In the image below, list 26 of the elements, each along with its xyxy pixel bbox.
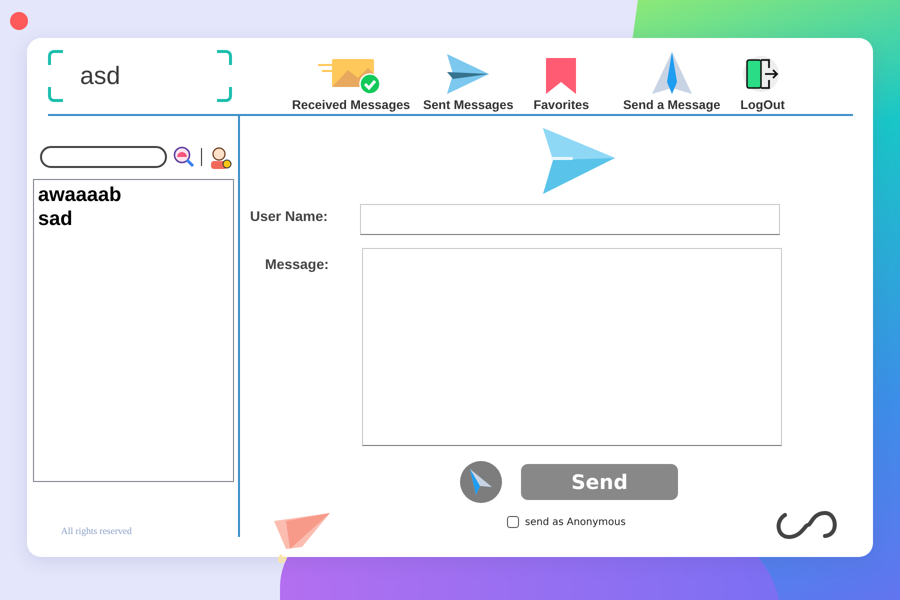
- send-button[interactable]: Send: [521, 464, 678, 500]
- user-name-field[interactable]: [360, 204, 780, 235]
- send-arrow-button[interactable]: [460, 461, 502, 503]
- checkbox-label: send as Anonymous: [525, 516, 626, 528]
- footer-text: All rights reserved: [61, 527, 133, 537]
- paper-plane-drawing: [274, 513, 332, 565]
- message-field[interactable]: [362, 248, 782, 446]
- search-icon[interactable]: [173, 146, 195, 168]
- nav-link[interactable]: LogOut: [740, 52, 785, 112]
- user-item[interactable]: sad: [38, 207, 229, 231]
- nav-link[interactable]: Send a Message: [623, 52, 720, 112]
- user-avatar-icon[interactable]: [208, 145, 232, 169]
- field-label: User Name:: [249, 207, 329, 224]
- window-dot: [10, 12, 28, 30]
- nav-link[interactable]: Received Messages: [292, 56, 410, 112]
- bookmark-icon: [546, 58, 576, 94]
- nav-link[interactable]: Sent Messages: [423, 54, 514, 112]
- paper-plane-icon: [447, 54, 490, 94]
- anonymous-checkbox[interactable]: [507, 516, 519, 528]
- search-field[interactable]: [40, 146, 167, 168]
- navigation-arrow-icon: [652, 52, 692, 94]
- navigation-arrow-icon: [470, 469, 492, 495]
- logo-text: asd: [48, 50, 232, 102]
- user-item[interactable]: awaaaab: [38, 183, 229, 207]
- field-label: Message:: [264, 255, 330, 272]
- nav-link[interactable]: Favorites: [533, 58, 590, 112]
